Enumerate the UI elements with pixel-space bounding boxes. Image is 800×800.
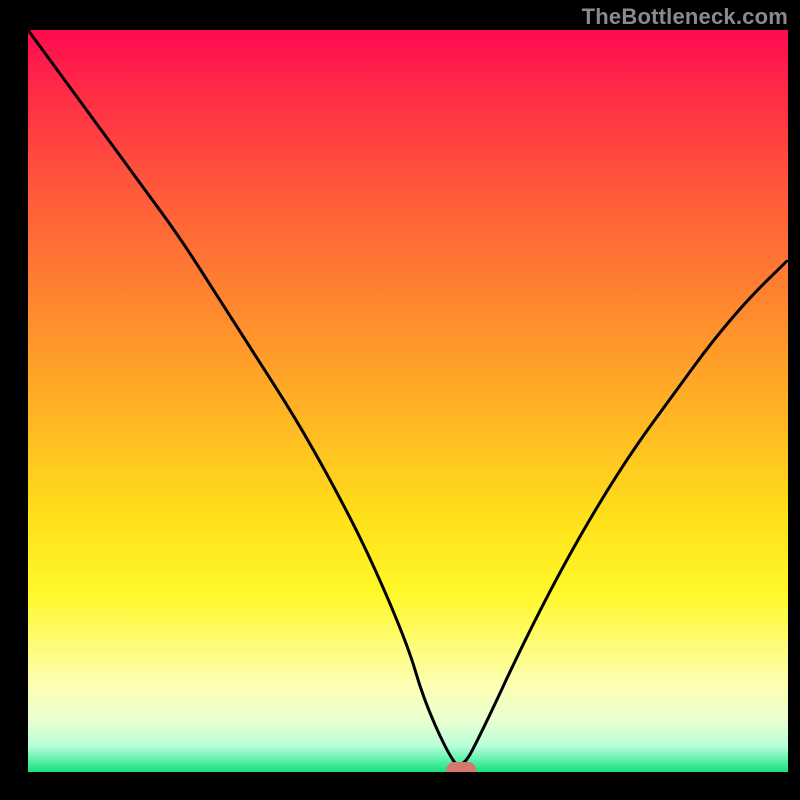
chart-container: TheBottleneck.com <box>0 0 800 800</box>
watermark-text: TheBottleneck.com <box>582 4 788 30</box>
chart-gradient-bg <box>28 30 788 772</box>
bottleneck-chart <box>0 0 800 800</box>
